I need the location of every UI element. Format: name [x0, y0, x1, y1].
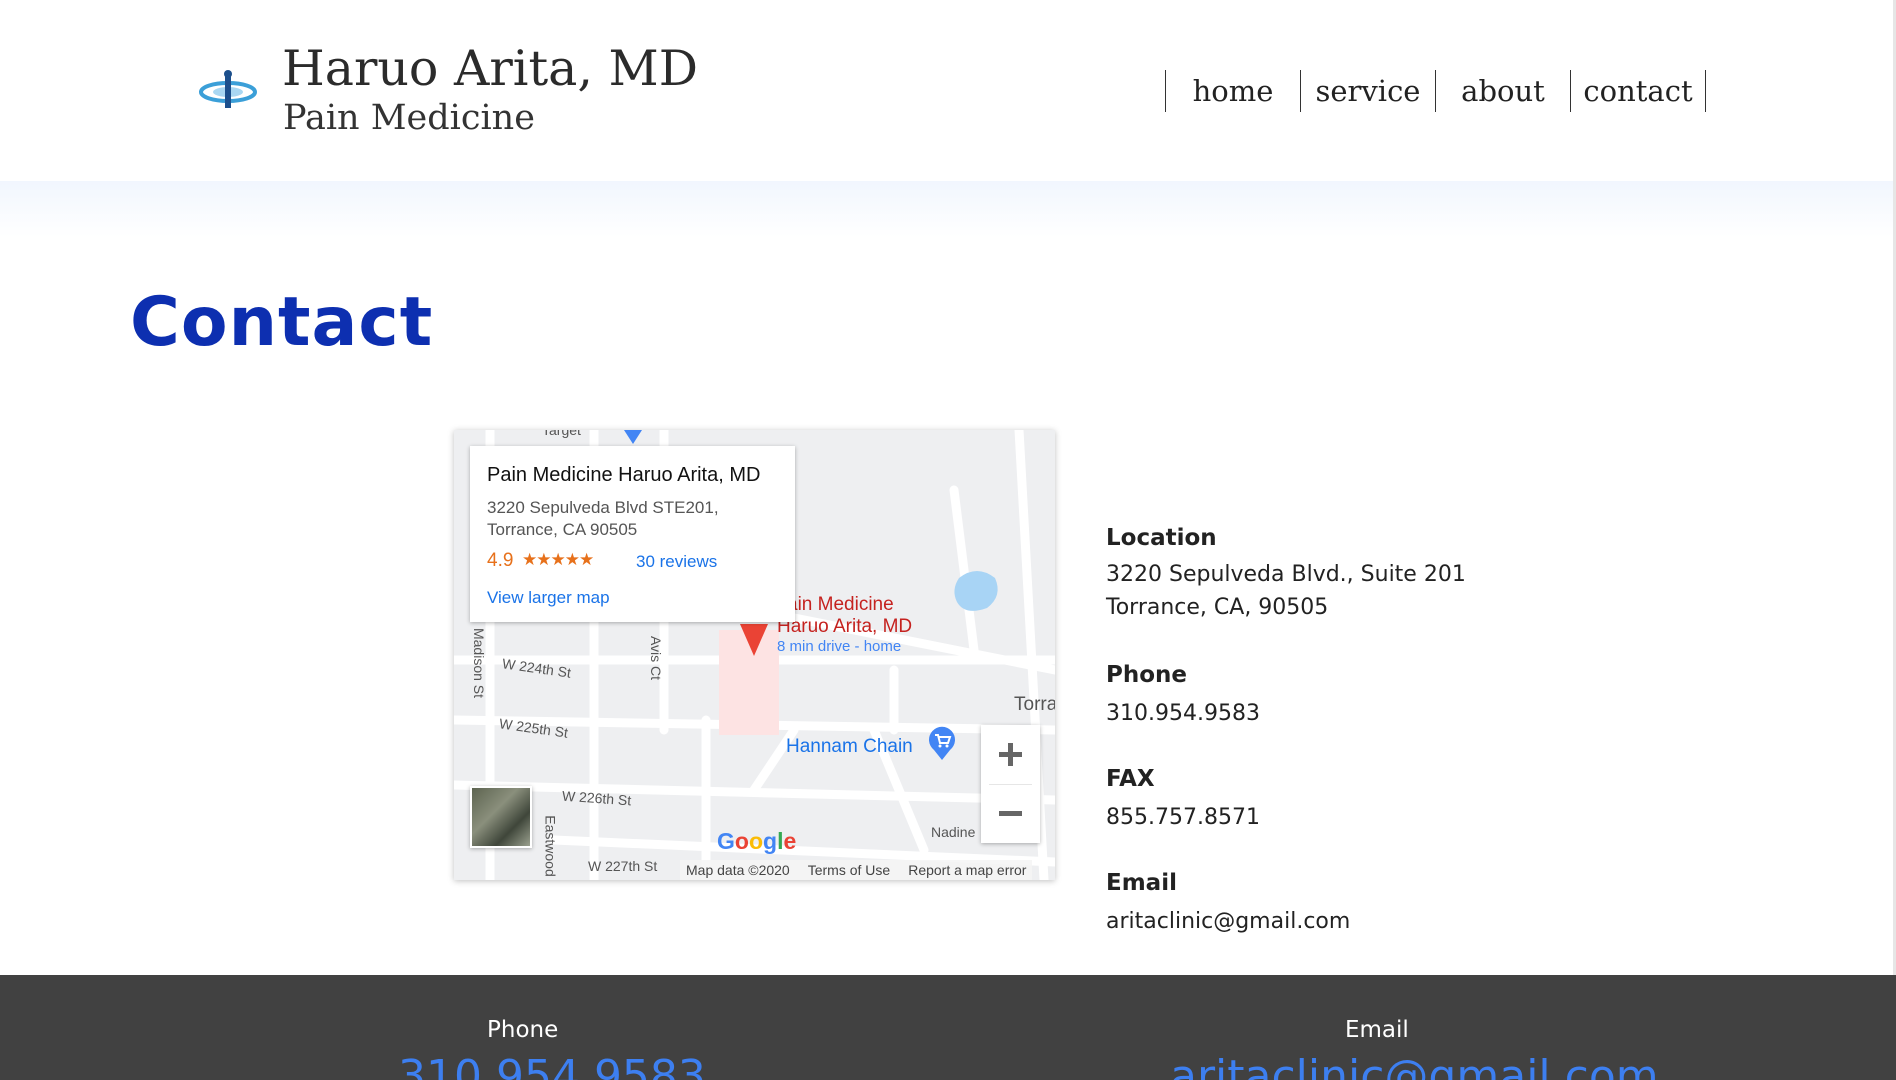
email-label: Email [1106, 870, 1177, 896]
page-title: Contact [130, 283, 434, 362]
star-rating-icon: ★★★★★ [522, 550, 594, 570]
google-logo: Google [717, 828, 797, 854]
view-larger-map-link[interactable]: View larger map [487, 588, 610, 608]
place-address: 3220 Sepulveda Blvd STE201, [487, 498, 719, 517]
site-header: Haruo Arita, MD Pain Medicine home servi… [0, 0, 1896, 181]
phone-number: 310.954.9583 [1106, 701, 1260, 726]
nav-service[interactable]: service [1301, 70, 1436, 112]
nav-about[interactable]: about [1436, 70, 1571, 112]
street-label: Torra [1014, 694, 1055, 715]
place-label[interactable]: Hannam Chain [786, 736, 913, 758]
reviews-link[interactable]: 30 reviews [636, 552, 717, 572]
street-label: W 227th St [588, 858, 658, 874]
place-title: Pain Medicine Haruo Arita, MD [487, 464, 761, 486]
phone-label: Phone [1106, 662, 1188, 688]
street-label: Eastwood [542, 815, 559, 877]
footer-email-link[interactable]: aritaclinic@gmail.com [1170, 1051, 1659, 1080]
place-rating: 4.9 [487, 550, 514, 571]
brand-name[interactable]: Haruo Arita, MD [282, 40, 698, 97]
address-line: 3220 Sepulveda Blvd., Suite 201 [1106, 562, 1466, 587]
nav-contact[interactable]: contact [1571, 70, 1706, 112]
footer-phone-label: Phone [487, 1017, 559, 1043]
footer-phone-link[interactable]: 310.954.9583 [398, 1051, 706, 1080]
pin-drive-time: 8 min drive - home [777, 638, 902, 655]
street-label: Madison St [471, 627, 488, 699]
header-band [0, 181, 1896, 237]
street-label: Target [542, 430, 581, 438]
map-data-credit: Map data ©2020 [686, 862, 790, 878]
location-pin-icon[interactable] [738, 620, 770, 660]
satellite-toggle[interactable] [470, 786, 532, 848]
pain-medicine-logo-icon[interactable] [198, 68, 258, 112]
nav-home[interactable]: home [1166, 70, 1301, 112]
address-line: Torrance, CA, 90505 [1106, 595, 1329, 620]
map-attribution-bar: Map data ©2020 Terms of Use Report a map… [680, 860, 1033, 880]
location-label: Location [1106, 525, 1217, 551]
zoom-out-minus-icon[interactable] [981, 784, 1040, 843]
brand-subtitle: Pain Medicine [283, 98, 535, 138]
site-footer: Phone 310.954.9583 Email aritaclinic@gma… [0, 975, 1896, 1080]
street-label: Nadine [931, 824, 976, 840]
report-map-error-link[interactable]: Report a map error [908, 862, 1026, 878]
shopping-cart-icon[interactable] [927, 726, 957, 760]
zoom-in-plus-icon[interactable] [981, 725, 1040, 784]
main-nav: home service about contact [1165, 70, 1706, 112]
pin-label: Haruo Arita, MD [777, 616, 913, 637]
email-address: aritaclinic@gmail.com [1106, 909, 1351, 934]
place-address: Torrance, CA 90505 [487, 520, 638, 539]
terms-of-use-link[interactable]: Terms of Use [808, 862, 890, 878]
place-info-card: Pain Medicine Haruo Arita, MD 3220 Sepul… [470, 446, 795, 622]
street-label: Avis Ct [648, 635, 665, 681]
zoom-controls [981, 725, 1040, 843]
fax-label: FAX [1106, 766, 1155, 792]
fax-number: 855.757.8571 [1106, 805, 1260, 830]
pin-label: ain Medicine [787, 594, 894, 615]
embedded-map[interactable]: Target W 224th St W 225th St W 226th St … [454, 430, 1055, 880]
footer-email-label: Email [1345, 1017, 1409, 1043]
